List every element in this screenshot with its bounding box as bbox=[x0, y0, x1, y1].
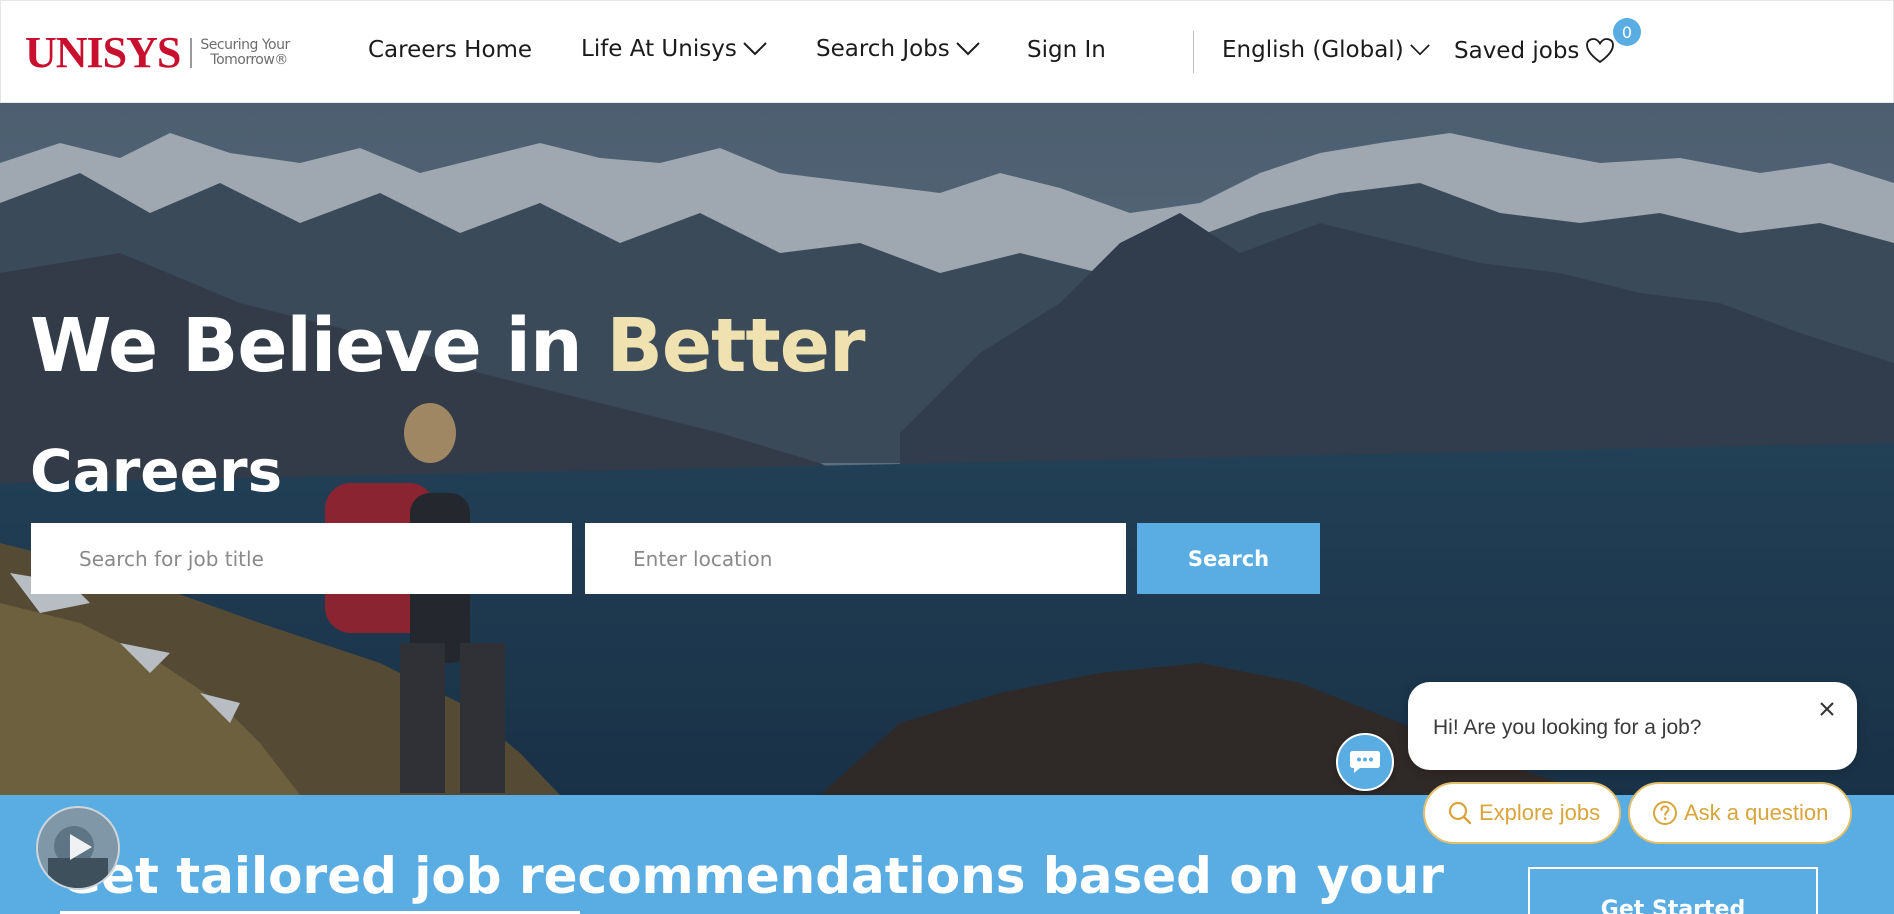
play-icon bbox=[48, 826, 108, 888]
nav-search-jobs[interactable]: Search Jobs bbox=[816, 36, 980, 62]
hero-headline-main: We Believe in bbox=[30, 303, 607, 389]
location-search-field[interactable] bbox=[585, 523, 1126, 594]
chevron-down-icon bbox=[956, 42, 980, 56]
logo-divider bbox=[190, 38, 193, 68]
unisys-logo[interactable]: UNISYS Securing Your Tomorrow® bbox=[25, 31, 290, 75]
language-label: English (Global) bbox=[1222, 37, 1404, 63]
chevron-down-icon bbox=[743, 42, 767, 56]
chatbot-launcher[interactable] bbox=[1336, 733, 1394, 791]
site-header: UNISYS Securing Your Tomorrow® Careers H… bbox=[0, 0, 1894, 103]
hero-headline-accent: Better bbox=[606, 303, 865, 389]
nav-careers-home[interactable]: Careers Home bbox=[368, 37, 532, 63]
recommendations-heading: Get tailored job recommendations based o… bbox=[60, 847, 1444, 905]
saved-jobs-label: Saved jobs bbox=[1454, 38, 1580, 64]
heart-icon bbox=[1586, 38, 1615, 64]
chatbot-greeting-bubble: Hi! Are you looking for a job? bbox=[1408, 682, 1857, 770]
explore-jobs-label: Explore jobs bbox=[1479, 800, 1601, 825]
search-icon bbox=[1448, 801, 1472, 825]
chat-icon bbox=[1350, 751, 1380, 773]
tagline-line-2: Tomorrow® bbox=[210, 52, 288, 68]
saved-jobs-link[interactable]: Saved jobs bbox=[1454, 37, 1615, 65]
saved-jobs-count-badge: 0 bbox=[1613, 18, 1641, 46]
logo-tagline: Securing Your Tomorrow® bbox=[200, 37, 290, 68]
nav-search-jobs-label: Search Jobs bbox=[816, 36, 950, 62]
get-started-button[interactable]: Get Started bbox=[1528, 867, 1818, 914]
nav-life-at-unisys[interactable]: Life At Unisys bbox=[581, 36, 767, 62]
header-divider bbox=[1193, 31, 1194, 73]
chatbot-message: Hi! Are you looking for a job? bbox=[1433, 716, 1702, 739]
logo-wordmark: UNISYS bbox=[25, 28, 181, 77]
ask-question-button[interactable]: Ask a question bbox=[1628, 782, 1852, 844]
ask-question-label: Ask a question bbox=[1684, 800, 1829, 825]
nav-life-at-unisys-label: Life At Unisys bbox=[581, 36, 737, 62]
nav-sign-in-label: Sign In bbox=[1027, 37, 1106, 63]
question-icon bbox=[1653, 801, 1677, 825]
explore-jobs-button[interactable]: Explore jobs bbox=[1423, 782, 1621, 844]
hero-headline: We Believe in Better bbox=[30, 303, 865, 389]
search-button[interactable]: Search bbox=[1137, 523, 1320, 594]
hero-subtitle: Careers bbox=[30, 437, 283, 505]
job-title-search-field[interactable] bbox=[31, 523, 572, 594]
job-title-input[interactable] bbox=[79, 546, 572, 571]
nav-careers-home-label: Careers Home bbox=[368, 37, 533, 63]
tagline-line-1: Securing Your bbox=[200, 37, 290, 53]
video-thumbnail[interactable] bbox=[36, 806, 120, 890]
language-selector[interactable]: English (Global) bbox=[1222, 37, 1430, 63]
nav-sign-in[interactable]: Sign In bbox=[1027, 37, 1106, 63]
close-icon[interactable] bbox=[1814, 696, 1840, 722]
chevron-down-icon bbox=[1409, 44, 1430, 56]
location-input[interactable] bbox=[633, 546, 1126, 571]
